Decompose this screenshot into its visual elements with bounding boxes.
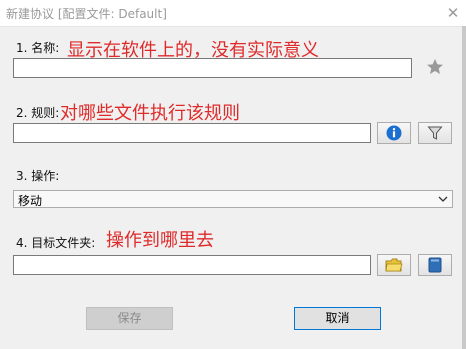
rule-label: 2. 规则: — [16, 106, 60, 120]
chevron-down-icon — [438, 192, 448, 209]
title-bar: 新建协议 [配置文件: Default] ✕ — [0, 0, 466, 27]
operation-label: 3. 操作: — [16, 169, 60, 183]
target-folder-input[interactable] — [13, 255, 371, 275]
target-folder-label: 4. 目标文件夹: — [16, 236, 96, 250]
name-label: 1. 名称: — [16, 41, 60, 55]
book-icon — [428, 257, 442, 273]
close-icon[interactable]: ✕ — [440, 0, 466, 26]
browse-folder-button[interactable] — [377, 254, 411, 276]
save-button[interactable]: 保存 — [86, 307, 173, 330]
rule-annotation: 对哪些文件执行该规则 — [60, 103, 240, 124]
rule-input[interactable] — [13, 123, 371, 143]
rule-filter-button[interactable] — [418, 122, 452, 144]
target-annotation: 操作到哪里去 — [106, 230, 214, 251]
operation-selected-value: 移动 — [18, 194, 43, 208]
bookmark-folder-button[interactable] — [418, 254, 452, 276]
info-icon — [386, 125, 402, 141]
star-icon[interactable] — [425, 57, 445, 77]
name-input[interactable] — [13, 58, 412, 78]
cancel-button[interactable]: 取消 — [294, 307, 381, 330]
window-edge — [462, 26, 466, 349]
folder-icon — [385, 258, 403, 272]
operation-select[interactable]: 移动 — [13, 190, 453, 208]
filter-icon — [427, 126, 443, 140]
window-title: 新建协议 [配置文件: Default] — [6, 7, 167, 21]
rule-info-button[interactable] — [377, 122, 411, 144]
